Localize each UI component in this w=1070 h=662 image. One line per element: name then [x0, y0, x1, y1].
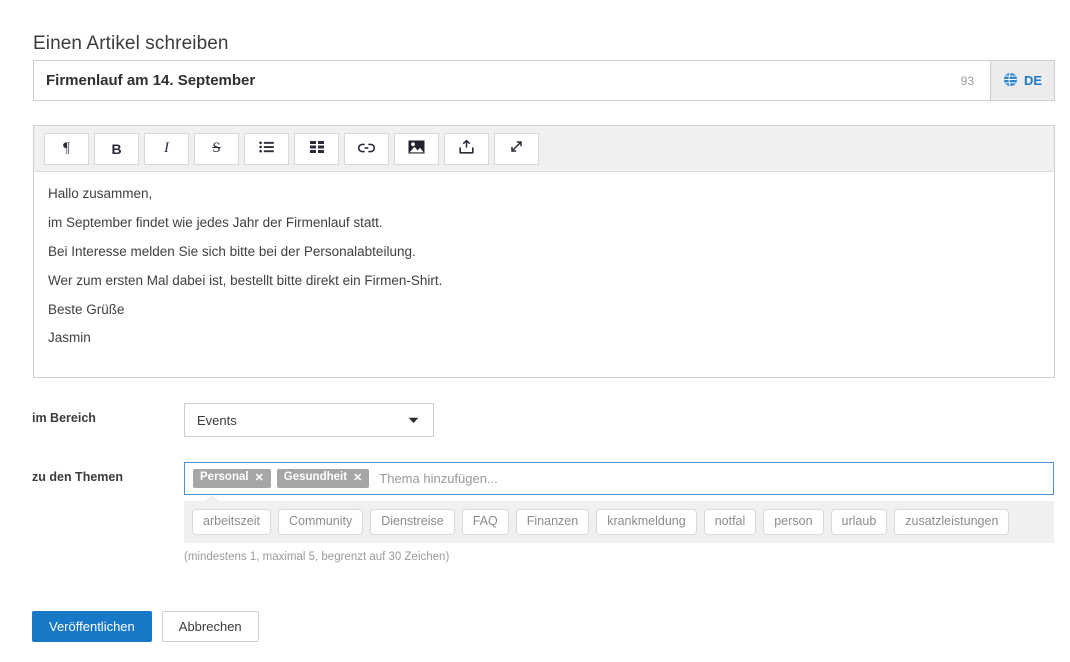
upload-icon — [459, 139, 474, 158]
toolbar-paragraph-button[interactable]: ¶ — [44, 132, 89, 165]
topic-chip[interactable]: Gesundheit ✕ — [276, 469, 370, 488]
paragraph-icon: ¶ — [63, 140, 70, 156]
write-article-page: Einen Artikel schreiben 93 DE ¶ B — [0, 0, 1070, 662]
topics-column: Personal ✕ Gesundheit ✕ arbeitszeit Comm… — [184, 462, 1054, 563]
strikethrough-icon: S — [212, 140, 221, 156]
topic-suggestion[interactable]: arbeitszeit — [192, 509, 271, 535]
editor-paragraph: Wer zum ersten Mal dabei ist, bestellt b… — [48, 272, 443, 288]
topics-hint-text: (mindestens 1, maximal 5, begrenzt auf 3… — [184, 550, 450, 563]
topic-suggestion[interactable]: Dienstreise — [370, 509, 455, 535]
toolbar-table-button[interactable] — [294, 132, 339, 165]
title-input-wrap: 93 — [34, 61, 990, 100]
cancel-button[interactable]: Abbrechen — [161, 611, 259, 642]
topics-field-row: zu den Themen Personal ✕ Gesundheit ✕ ar… — [32, 462, 1054, 563]
image-icon — [408, 140, 425, 158]
form-actions: Veröffentlichen Abbrechen — [32, 611, 259, 642]
toolbar-italic-button[interactable]: I — [144, 132, 189, 165]
topic-suggestion[interactable]: notfal — [703, 509, 757, 535]
topic-suggestion[interactable]: person — [763, 509, 824, 535]
area-select[interactable]: Events — [184, 403, 434, 437]
bold-icon: B — [111, 140, 122, 157]
language-code-label: DE — [1023, 73, 1043, 88]
close-icon[interactable]: ✕ — [353, 472, 362, 484]
topic-suggestion[interactable]: krankmeldung — [596, 509, 697, 535]
topic-chip[interactable]: Personal ✕ — [193, 469, 271, 488]
toolbar-link-button[interactable] — [344, 132, 389, 165]
topics-tag-input[interactable]: Personal ✕ Gesundheit ✕ — [184, 462, 1054, 495]
article-title-input[interactable] — [46, 72, 951, 89]
topic-suggestion[interactable]: FAQ — [461, 509, 509, 535]
topic-suggestion[interactable]: Community — [277, 509, 364, 535]
rich-text-editor: ¶ B I S Hallo zusammen, im September fin… — [33, 125, 1055, 378]
editor-paragraph: Jasmin — [48, 330, 91, 346]
toolbar-bold-button[interactable]: B — [94, 132, 139, 165]
italic-icon: I — [164, 140, 169, 156]
editor-toolbar: ¶ B I S — [34, 126, 1054, 172]
area-field-label: im Bereich — [32, 411, 96, 425]
globe-icon — [1003, 72, 1018, 90]
article-title-row: 93 DE — [33, 60, 1055, 101]
toolbar-strikethrough-button[interactable]: S — [194, 132, 239, 165]
link-icon — [357, 141, 376, 157]
topics-field-label: zu den Themen — [32, 470, 123, 484]
area-field-row: im Bereich Events — [32, 403, 434, 437]
language-switch-button[interactable]: DE — [990, 61, 1054, 100]
table-icon — [309, 140, 324, 157]
publish-button[interactable]: Veröffentlichen — [32, 611, 152, 642]
editor-content-area[interactable]: Hallo zusammen, im September findet wie … — [34, 172, 1054, 377]
topic-chip-label: Gesundheit — [283, 471, 348, 484]
area-select-value: Events — [197, 412, 237, 428]
bullet-list-icon — [259, 141, 274, 157]
editor-paragraph: Bei Interesse melden Sie sich bitte bei … — [48, 243, 416, 259]
toolbar-fullscreen-button[interactable] — [494, 132, 539, 165]
topic-suggestions-panel: arbeitszeit Community Dienstreise FAQ Fi… — [184, 495, 1054, 543]
topic-suggestion[interactable]: Finanzen — [515, 509, 590, 535]
topic-suggestion[interactable]: urlaub — [830, 509, 888, 535]
editor-paragraph: im September findet wie jedes Jahr der F… — [48, 214, 383, 230]
topic-chip-label: Personal — [200, 471, 249, 484]
editor-paragraph: Hallo zusammen, — [48, 186, 153, 201]
topic-suggestion[interactable]: zusatzleistungen — [894, 509, 1010, 535]
toolbar-image-button[interactable] — [394, 132, 439, 165]
chevron-down-icon — [408, 411, 419, 429]
close-icon[interactable]: ✕ — [255, 472, 264, 484]
character-count: 93 — [960, 73, 974, 88]
toolbar-upload-button[interactable] — [444, 132, 489, 165]
editor-paragraph: Beste Grüße — [48, 301, 125, 317]
toolbar-bullet-list-button[interactable] — [244, 132, 289, 165]
topic-add-input[interactable] — [375, 471, 1045, 486]
page-title: Einen Artikel schreiben — [33, 32, 229, 54]
expand-arrows-icon — [509, 139, 524, 158]
